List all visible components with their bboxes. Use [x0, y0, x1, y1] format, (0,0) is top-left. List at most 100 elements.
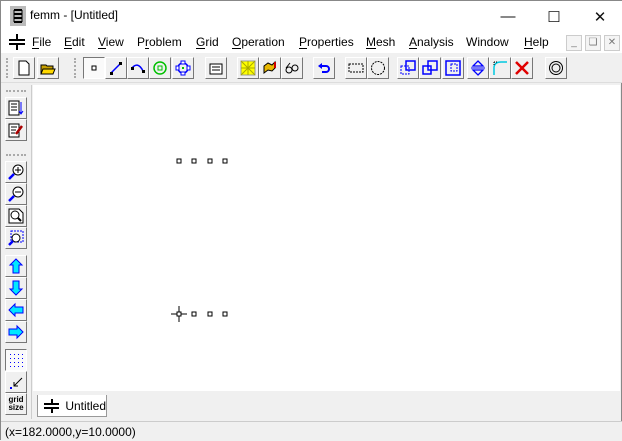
undo-button[interactable]: [313, 57, 335, 79]
zoom-in-button[interactable]: [5, 161, 27, 183]
menu-accelerator-underline: [98, 48, 106, 49]
mdi-restore-button[interactable]: ❏: [585, 35, 601, 51]
circle-select-icon: [371, 61, 385, 75]
node[interactable]: [207, 158, 213, 164]
edit-notes-button[interactable]: [5, 119, 27, 141]
tab-label: Untitled: [65, 398, 106, 413]
coordinate-readout: (x=182.0000,y=10.0000): [5, 425, 136, 439]
pan-down-button[interactable]: [5, 277, 27, 299]
operate-on-nodes-button[interactable]: [83, 57, 105, 79]
mdi-minimize-button[interactable]: _: [566, 35, 582, 51]
node[interactable]: [207, 311, 213, 317]
cursor-crosshair-icon: [171, 306, 187, 322]
mesh-icon: [240, 60, 256, 76]
menu-accelerator-underline: [409, 48, 418, 49]
grid-dots-icon: [10, 354, 23, 367]
snap-arrow-icon: [10, 377, 23, 389]
show-names-button[interactable]: [5, 97, 27, 119]
menu-bar: File Edit View Problem Grid Operation Pr…: [1, 32, 622, 53]
toolbar-grip[interactable]: [6, 58, 9, 78]
scale-button[interactable]: [442, 57, 464, 79]
run-analysis-button[interactable]: [259, 57, 281, 79]
fillet-icon: [493, 61, 507, 75]
rect-select-icon: [348, 63, 364, 73]
notepad-pencil-icon: [8, 123, 23, 138]
menu-file[interactable]: File: [32, 35, 51, 49]
create-mesh-button[interactable]: [237, 57, 259, 79]
select-circle-button[interactable]: [367, 57, 389, 79]
node[interactable]: [222, 311, 228, 317]
menu-accelerator-underline: [32, 48, 40, 49]
open-folder-icon: [40, 64, 56, 75]
document-tab-bar: Untitled: [33, 391, 620, 419]
drawing-canvas[interactable]: [33, 85, 620, 391]
zoom-window-button[interactable]: [5, 227, 27, 249]
view-results-button[interactable]: [281, 57, 303, 79]
status-bar: (x=182.0000,y=10.0000): [1, 421, 622, 441]
node[interactable]: [176, 158, 182, 164]
menu-accelerator-underline: [232, 48, 242, 49]
move-button[interactable]: [419, 57, 441, 79]
operate-on-block-labels-button[interactable]: [149, 57, 171, 79]
mirror-icon: [471, 60, 485, 76]
toolbar-grip[interactable]: [6, 90, 26, 92]
tab-untitled[interactable]: Untitled: [37, 395, 107, 417]
menu-window[interactable]: Window: [466, 35, 509, 49]
menu-edit[interactable]: Edit: [64, 35, 85, 49]
fillet-button[interactable]: [489, 57, 511, 79]
minimize-button[interactable]: —: [485, 1, 531, 32]
menu-accelerator-underline: [524, 48, 533, 49]
maximize-button[interactable]: ☐: [531, 1, 577, 32]
pan-left-button[interactable]: [5, 299, 27, 321]
document-icon: [44, 398, 60, 413]
new-document-button[interactable]: [13, 57, 35, 79]
document-icon: [9, 34, 25, 50]
operate-on-arcs-button[interactable]: [127, 57, 149, 79]
new-file-icon: [18, 60, 30, 76]
node[interactable]: [191, 311, 197, 317]
toolbar-grip[interactable]: [6, 154, 26, 156]
menu-help[interactable]: Help: [524, 35, 549, 49]
snap-grid-button[interactable]: [5, 371, 27, 393]
open-file-button[interactable]: [37, 57, 59, 79]
zoom-out-icon: [8, 186, 24, 202]
menu-properties[interactable]: Properties: [299, 35, 354, 49]
close-button[interactable]: ✕: [577, 1, 622, 32]
mdi-close-button[interactable]: ✕: [604, 35, 620, 51]
arrow-up-icon: [8, 258, 24, 274]
menu-analysis[interactable]: Analysis: [409, 35, 454, 49]
scale-icon: [445, 60, 461, 76]
menu-view[interactable]: View: [98, 35, 124, 49]
mirror-button[interactable]: [467, 57, 489, 79]
delete-button[interactable]: [511, 57, 533, 79]
menu-mesh[interactable]: Mesh: [366, 35, 395, 49]
zoom-page-icon: [8, 208, 24, 224]
zoom-natural-button[interactable]: [5, 205, 27, 227]
move-icon: [422, 60, 438, 75]
delete-icon: [515, 61, 529, 75]
copy-button[interactable]: [397, 57, 419, 79]
grid-size-button[interactable]: grid size: [5, 393, 27, 415]
toolbar-grip[interactable]: [74, 58, 77, 78]
node[interactable]: [191, 158, 197, 164]
left-toolbar: grid size: [1, 85, 32, 419]
node[interactable]: [222, 158, 228, 164]
list-arrow-icon: [8, 100, 24, 116]
undo-icon: [318, 63, 330, 73]
open-boundary-icon: [549, 61, 563, 75]
pan-right-button[interactable]: [5, 321, 27, 343]
menu-grid[interactable]: Grid: [196, 35, 219, 49]
operate-on-groups-button[interactable]: [172, 57, 194, 79]
operate-on-segments-button[interactable]: [105, 57, 127, 79]
pan-up-button[interactable]: [5, 255, 27, 277]
arrow-left-icon: [8, 302, 24, 318]
glasses-icon: [285, 62, 299, 74]
problem-properties-button[interactable]: [205, 57, 227, 79]
menu-operation[interactable]: Operation: [232, 35, 285, 49]
menu-accelerator-underline: [196, 48, 206, 49]
select-rectangle-button[interactable]: [345, 57, 367, 79]
show-grid-button[interactable]: [5, 349, 27, 371]
zoom-out-button[interactable]: [5, 183, 27, 205]
create-open-boundary-button[interactable]: [545, 57, 567, 79]
menu-problem[interactable]: Problem: [137, 35, 182, 49]
